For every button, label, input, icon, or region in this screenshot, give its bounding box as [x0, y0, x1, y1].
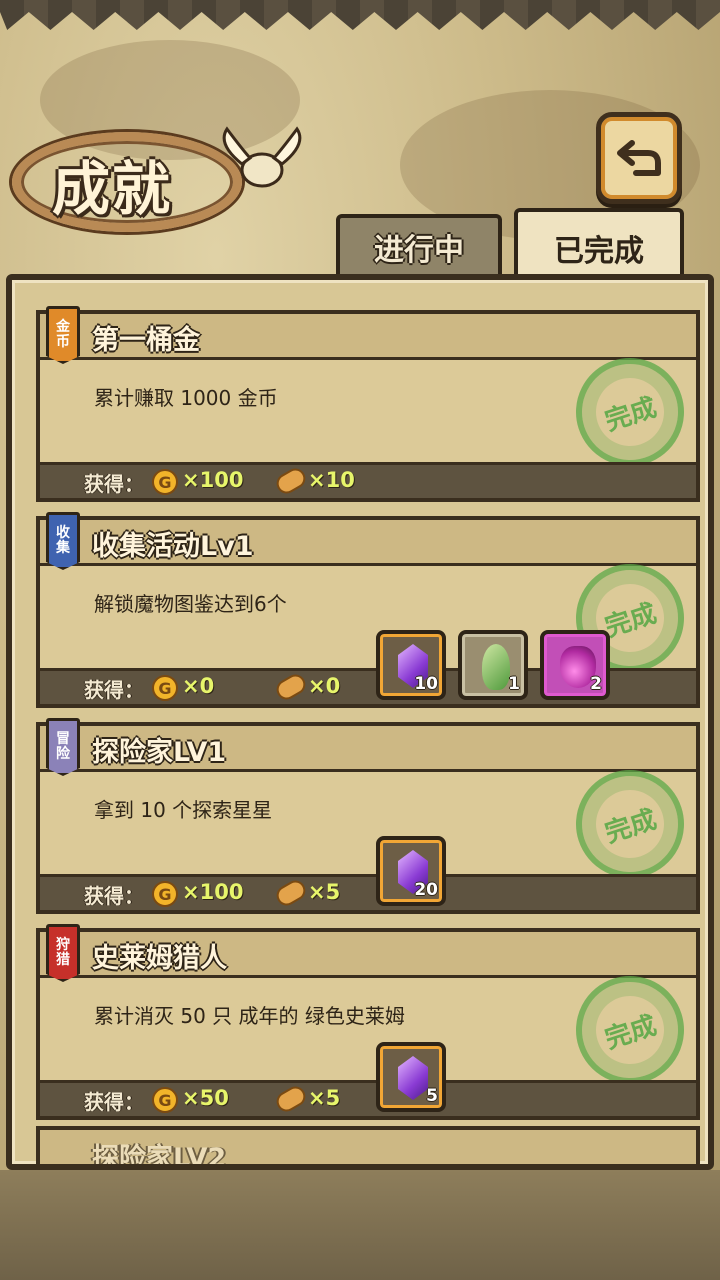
- reward-label: 获得：: [84, 1090, 144, 1114]
- bread-reward: ×10: [308, 468, 355, 492]
- achievement-title: 探险家LV2: [92, 1143, 227, 1170]
- card-header: 收 集 收集活动Lv1: [40, 512, 696, 570]
- tag-char: 币: [56, 334, 70, 350]
- tag-char: 狩: [56, 937, 70, 953]
- winged-egg-icon: [222, 126, 302, 188]
- complete-stamp: 完成: [561, 755, 699, 893]
- tab-completed[interactable]: 已完成: [514, 208, 684, 284]
- item-count: 2: [590, 674, 602, 694]
- bottom-strip: [0, 1170, 720, 1280]
- tag-char: 冒: [56, 731, 70, 747]
- tag-char: 收: [56, 525, 70, 541]
- item-count: 5: [426, 1086, 438, 1106]
- card-header: 狩 猎 史莱姆猎人: [40, 924, 696, 982]
- reward-bar: 获得： G ×50 ×5: [40, 1080, 696, 1116]
- reward-item[interactable]: 10: [376, 630, 446, 700]
- bread-reward: ×0: [308, 674, 341, 698]
- title-plate: 成就: [12, 112, 312, 244]
- tab-in-progress[interactable]: 进行中: [336, 214, 502, 276]
- coin-reward: ×100: [182, 880, 244, 904]
- category-tag: 冒 险: [46, 718, 80, 776]
- achievement-card: 金 币 第一桶金 累计赚取 1000 金币 完成 获得： G ×100 ×10: [36, 306, 700, 502]
- achievement-desc: 累计消灭 50 只 成年的 绿色史莱姆: [94, 1004, 405, 1028]
- coin-icon: G: [152, 1087, 178, 1113]
- complete-stamp: 完成: [561, 343, 699, 481]
- achievement-card: 冒 险 探险家LV1 拿到 10 个探索星星 完成 获得： G ×100 ×5 …: [36, 718, 700, 914]
- achievement-desc: 解锁魔物图鉴达到6个: [94, 592, 287, 616]
- bread-icon: [273, 876, 309, 910]
- coin-icon: G: [152, 469, 178, 495]
- achievement-title: 收集活动Lv1: [92, 531, 254, 562]
- back-arrow-icon: [617, 140, 661, 176]
- bread-icon: [273, 464, 309, 498]
- achievement-title: 史莱姆猎人: [92, 943, 227, 974]
- achievement-title: 第一桶金: [92, 325, 200, 356]
- purple-gem-icon: [398, 1056, 428, 1100]
- achievement-desc: 拿到 10 个探索星星: [94, 798, 273, 822]
- achievement-card: 收 集 收集活动Lv1 解锁魔物图鉴达到6个 完成 获得： G ×0 ×0 10…: [36, 512, 700, 708]
- green-leaf-icon: [482, 644, 510, 690]
- achievement-list[interactable]: 金 币 第一桶金 累计赚取 1000 金币 完成 获得： G ×100 ×10 …: [6, 274, 714, 1170]
- stamp-text: 完成: [601, 1010, 661, 1055]
- coin-reward: ×50: [182, 1086, 229, 1110]
- coin-icon: G: [152, 881, 178, 907]
- achievement-card-partial: 探险家LV2: [36, 1126, 700, 1164]
- item-count: 10: [414, 674, 438, 694]
- coin-reward: ×100: [182, 468, 244, 492]
- reward-label: 获得：: [84, 884, 144, 908]
- tag-char: 金: [56, 319, 70, 335]
- category-tag: 金 币: [46, 306, 80, 364]
- achievement-title: 探险家LV1: [92, 737, 227, 768]
- reward-item[interactable]: 1: [458, 630, 528, 700]
- reward-label: 获得：: [84, 472, 144, 496]
- category-tag: 狩 猎: [46, 924, 80, 982]
- bread-reward: ×5: [308, 1086, 341, 1110]
- tag-char: 集: [56, 540, 70, 556]
- stamp-text: 完成: [601, 392, 661, 437]
- bread-icon: [273, 670, 309, 704]
- reward-item[interactable]: 5: [376, 1042, 446, 1112]
- bread-icon: [273, 1082, 309, 1116]
- reward-label: 获得：: [84, 678, 144, 702]
- page-title: 成就: [52, 155, 173, 223]
- back-button[interactable]: [596, 112, 682, 204]
- tag-char: 猎: [56, 952, 70, 968]
- stamp-text: 完成: [601, 804, 661, 849]
- card-header: 冒 险 探险家LV1: [40, 718, 696, 776]
- achievement-card: 狩 猎 史莱姆猎人 累计消灭 50 只 成年的 绿色史莱姆 完成 获得： G ×…: [36, 924, 700, 1120]
- achievement-desc: 累计赚取 1000 金币: [94, 386, 278, 410]
- coin-icon: G: [152, 675, 178, 701]
- reward-bar: 获得： G ×100 ×5: [40, 874, 696, 910]
- category-tag: 收 集: [46, 512, 80, 570]
- bread-reward: ×5: [308, 880, 341, 904]
- reward-item[interactable]: 2: [540, 630, 610, 700]
- item-count: 1: [508, 674, 520, 694]
- reward-bar: 获得： G ×100 ×10: [40, 462, 696, 498]
- item-count: 20: [414, 880, 438, 900]
- reward-item[interactable]: 20: [376, 836, 446, 906]
- card-header: 金 币 第一桶金: [40, 306, 696, 364]
- complete-stamp: 完成: [561, 961, 699, 1099]
- coin-reward: ×0: [182, 674, 215, 698]
- tag-char: 险: [56, 746, 70, 762]
